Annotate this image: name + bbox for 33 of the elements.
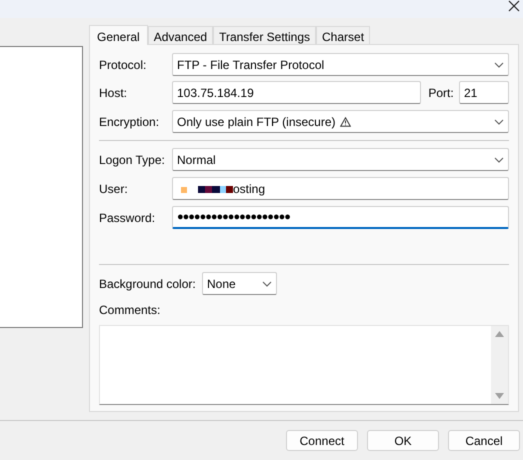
tab[interactable]: Transfer Settings <box>213 26 316 44</box>
scroll-up-icon[interactable] <box>495 331 504 337</box>
field-label: Password: <box>99 210 156 226</box>
chevron-down-icon <box>494 118 504 124</box>
dropdown[interactable]: Normal <box>172 148 509 171</box>
dialog-button[interactable]: Connect <box>286 430 358 451</box>
field-label: Host: <box>99 84 128 102</box>
comments-field[interactable] <box>99 325 509 405</box>
input-field[interactable]: 103.75.184.19 <box>172 81 422 104</box>
scrollbar[interactable] <box>491 326 508 404</box>
dialog-button[interactable]: OK <box>367 430 439 451</box>
field-label: Comments: <box>99 302 162 319</box>
field-label: Protocol: <box>99 56 148 74</box>
field-label: Port: <box>428 84 455 102</box>
tab[interactable]: Charset <box>316 26 370 44</box>
chevron-down-icon <box>494 156 504 162</box>
field-label: Logon Type: <box>99 152 166 168</box>
dropdown[interactable]: None <box>202 272 277 295</box>
scroll-down-icon[interactable] <box>495 393 504 399</box>
dialog-button[interactable]: Cancel <box>448 430 520 451</box>
tab[interactable]: General <box>89 25 148 45</box>
field-label: User: <box>99 180 129 198</box>
tab[interactable]: Advanced <box>148 26 214 44</box>
close-icon[interactable] <box>508 0 520 12</box>
chevron-down-icon <box>494 62 504 68</box>
input-field[interactable]: osting <box>172 177 509 200</box>
dropdown[interactable]: Only use plain FTP (insecure) <box>172 110 509 133</box>
input-field[interactable]: 21 <box>459 81 509 104</box>
dropdown[interactable]: FTP - File Transfer Protocol <box>172 53 509 76</box>
chevron-down-icon <box>262 280 272 286</box>
password-field[interactable]: ●●●●●●●●●●●●●●●●●●●● <box>172 206 509 229</box>
field-label: Background color: <box>99 276 197 292</box>
field-label: Encryption: <box>99 114 160 130</box>
